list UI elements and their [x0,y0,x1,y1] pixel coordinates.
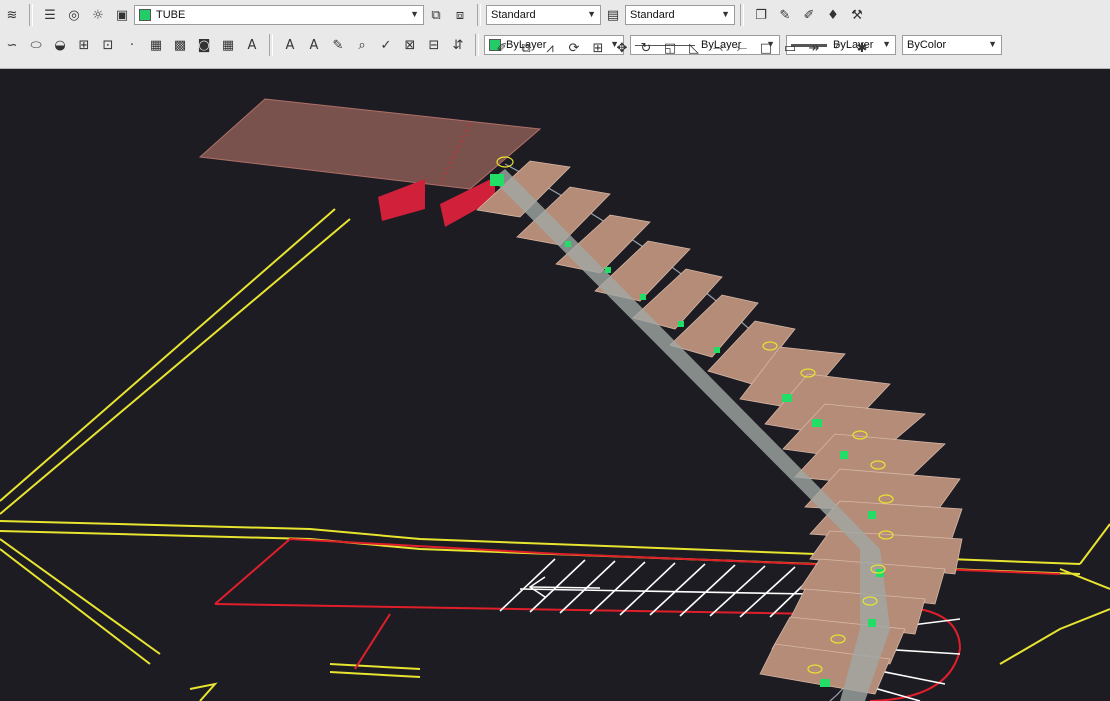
chamfer-icon[interactable]: ↠ [804,38,824,58]
scale-icon[interactable]: ◱ [660,38,680,58]
find-icon[interactable]: ⌕ [352,35,372,55]
ellipse-arc-icon[interactable]: ◒ [50,35,70,55]
array-icon[interactable]: ⊞ [588,38,608,58]
break-icon[interactable]: □ [756,38,776,58]
text-style-dropdown[interactable]: Standard ▼ [486,5,601,25]
stretch-icon[interactable]: ◺ [684,38,704,58]
paint-icon[interactable]: ♦ [823,5,843,25]
toolbar-row-properties: ≋ ☰ ◎ ☼ ▣ TUBE ▼ ⧉ ⧈ Standard ▼ ▤ Standa… [0,0,1110,30]
chevron-down-icon: ▼ [410,9,419,19]
chevron-down-icon: ▼ [988,39,997,49]
chevron-down-icon: ▼ [882,39,891,49]
erase-icon[interactable]: ✎ [775,5,795,25]
text-justify-icon[interactable]: ⊟ [424,35,444,55]
mirror-icon[interactable]: ⩘ [540,38,560,58]
lock-icon[interactable]: ▣ [112,5,132,25]
toolbar-row-modify: ✐ ⧉ ⩘ ⟳ ⊞ ✥ ↻ ◱ ◺ ⤙ ⤚ □ ▭ ↠ ◜ ✱ [0,41,1110,68]
spline-icon[interactable]: ∽ [2,35,22,55]
ellipse-icon[interactable]: ⬭ [26,35,46,55]
copy-tool-icon[interactable]: ⧉ [516,38,536,58]
insert-block-icon[interactable]: ⊞ [74,35,94,55]
plot-style-value: ByColor [907,39,947,51]
layer-previous-icon[interactable]: ⧈ [450,5,470,25]
erase-tool-icon[interactable]: ✐ [492,38,512,58]
tool-icon[interactable]: ⚒ [847,5,867,25]
multiline-text-icon[interactable]: A [242,35,262,55]
join-icon[interactable]: ▭ [780,38,800,58]
stair-drawing [0,98,1110,701]
fillet-icon[interactable]: ◜ [828,38,848,58]
separator [475,34,479,56]
move-icon[interactable]: ✥ [612,38,632,58]
layer-manager-icon[interactable]: ≋ [2,5,22,25]
spell-check-icon[interactable]: ✓ [376,35,396,55]
match-icon[interactable]: ✐ [799,5,819,25]
explode-icon[interactable]: ✱ [852,38,872,58]
make-current-layer-icon[interactable]: ⧉ [426,5,446,25]
sun-icon[interactable]: ☼ [88,5,108,25]
stair-treads [476,160,963,695]
dim-style-dropdown[interactable]: Standard ▼ [625,5,735,25]
make-block-icon[interactable]: ⊡ [98,35,118,55]
hatch-icon[interactable]: ▦ [146,35,166,55]
layer-name: TUBE [156,9,186,21]
drawing-viewport[interactable] [0,69,1110,701]
separator [269,34,273,56]
text-style-icon[interactable]: A [304,35,324,55]
text-scale-icon[interactable]: ⊠ [400,35,420,55]
dim-style-icon[interactable]: ▤ [603,5,623,25]
modify-tools: ✐ ⧉ ⩘ ⟳ ⊞ ✥ ↻ ◱ ◺ ⤙ ⤚ □ ▭ ↠ ◜ ✱ [490,38,874,58]
single-line-text-icon[interactable]: A [280,35,300,55]
point-icon[interactable]: · [122,35,142,55]
separator [29,4,33,26]
gradient-icon[interactable]: ▩ [170,35,190,55]
edit-text-icon[interactable]: ✎ [328,35,348,55]
chevron-down-icon: ▼ [587,9,596,19]
toolbars: ≋ ☰ ◎ ☼ ▣ TUBE ▼ ⧉ ⧈ Standard ▼ ▤ Standa… [0,0,1110,69]
extend-icon[interactable]: ⤚ [732,38,752,58]
top-landing [198,98,542,190]
chevron-down-icon: ▼ [721,9,730,19]
layer-states-icon[interactable]: ☰ [40,5,60,25]
plot-style-dropdown[interactable]: ByColor ▼ [902,35,1002,55]
copy-icon[interactable]: ❐ [751,5,771,25]
convert-icon[interactable]: ⇵ [448,35,468,55]
text-style-value: Standard [491,9,536,21]
rotate-icon[interactable]: ↻ [636,38,656,58]
dim-style-value: Standard [630,9,675,21]
region-icon[interactable]: ◙ [194,35,214,55]
lightbulb-icon[interactable]: ◎ [64,5,84,25]
offset-icon[interactable]: ⟳ [564,38,584,58]
table-icon[interactable]: ▦ [218,35,238,55]
layer-color-swatch [139,9,151,21]
layer-dropdown[interactable]: TUBE ▼ [134,5,424,25]
wall-outline [0,208,1110,701]
separator [740,4,744,26]
trim-icon[interactable]: ⤙ [708,38,728,58]
separator [477,4,481,26]
